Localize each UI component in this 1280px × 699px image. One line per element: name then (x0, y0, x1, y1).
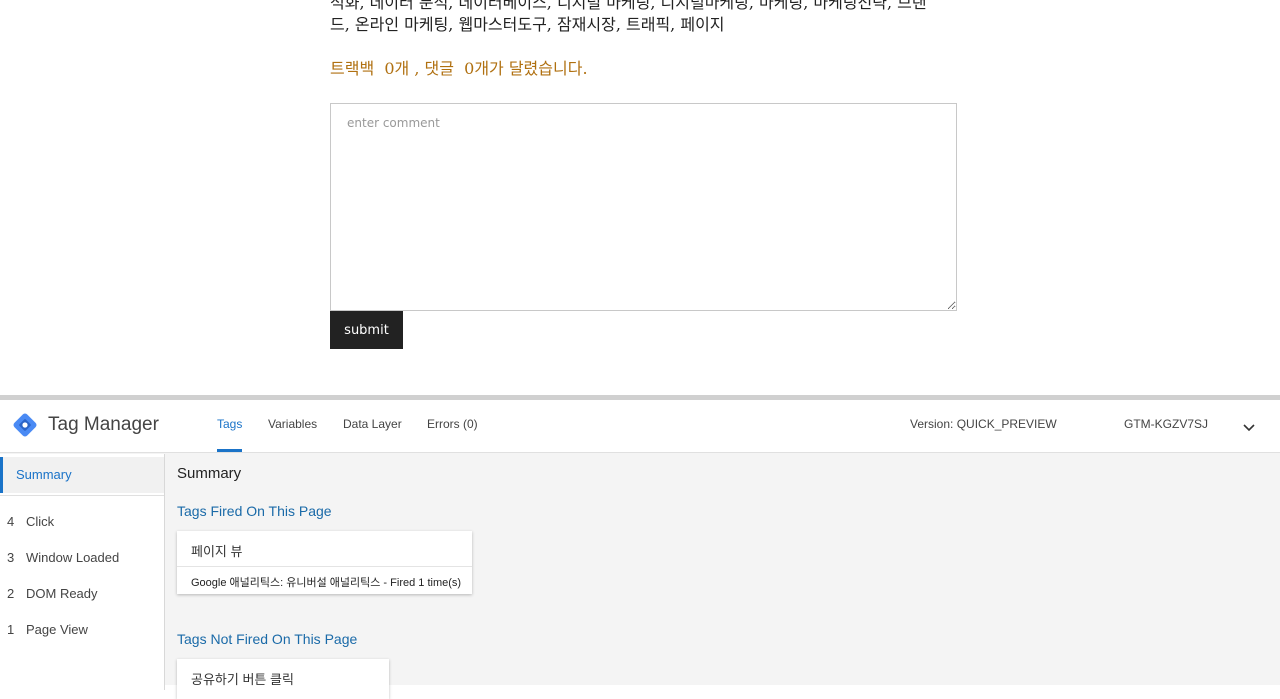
not-fired-tags-heading: Tags Not Fired On This Page (177, 631, 358, 647)
comment-label: 개 , 댓글 (394, 59, 454, 78)
tab-data-layer[interactable]: Data Layer (343, 417, 402, 431)
container-id: GTM-KGZV7SJ (1124, 417, 1209, 431)
event-number: 4 (7, 514, 15, 529)
gtm-main: Summary Tags Fired On This Page 페이지 뷰 Go… (165, 454, 1280, 699)
event-number: 2 (7, 586, 15, 601)
sidebar-item-dom-ready[interactable]: 2 DOM Ready (0, 580, 164, 610)
post-tags-line-2[interactable]: 드, 온라인 마케팅, 웹마스터도구, 잠재시장, 트래픽, 페이지 (330, 14, 950, 36)
active-tab-indicator (217, 449, 242, 452)
sidebar-item-window-loaded[interactable]: 3 Window Loaded (0, 544, 164, 574)
fired-tag-card[interactable]: 페이지 뷰 Google 애널리틱스: 유니버설 애널리틱스 - Fired 1… (177, 531, 472, 594)
trackback-count[interactable]: 0 (384, 59, 394, 78)
tab-errors[interactable]: Errors (0) (427, 417, 478, 431)
not-fired-tag-card[interactable]: 공유하기 버튼 클릭 (177, 659, 389, 699)
tag-name: 페이지 뷰 (191, 544, 243, 559)
submit-button[interactable]: submit (330, 311, 403, 349)
count-suffix: 개가 달렸습니다. (474, 59, 588, 78)
tag-name: 공유하기 버튼 클릭 (191, 672, 294, 687)
event-number: 1 (7, 622, 15, 637)
gtm-header: Tag Manager Tags Variables Data Layer Er… (0, 400, 1280, 453)
event-label: DOM Ready (26, 586, 98, 601)
gtm-brand: Tag Manager (48, 414, 159, 435)
tag-detail-row: Google 애널리틱스: 유니버설 애널리틱스 - Fired 1 time(… (177, 566, 472, 594)
gtm-sidebar: Summary 4 Click 3 Window Loaded 2 DOM Re… (0, 454, 165, 690)
page-title: Summary (177, 465, 242, 482)
gtm-preview-panel: Tag Manager Tags Variables Data Layer Er… (0, 395, 1280, 699)
sidebar-item-page-view[interactable]: 1 Page View (0, 616, 164, 646)
version-label: Version: QUICK_PREVIEW (910, 417, 1057, 431)
sidebar-divider (0, 495, 164, 496)
sidebar-item-click[interactable]: 4 Click (0, 508, 164, 538)
tab-variables[interactable]: Variables (268, 417, 317, 431)
trackback-comment-count: 트랙백 0개 , 댓글 0개가 달렸습니다. (330, 55, 588, 79)
event-label: Page View (26, 622, 88, 637)
fired-tags-heading: Tags Fired On This Page (177, 503, 332, 519)
trackback-label[interactable]: 트랙백 (330, 59, 374, 78)
comment-count[interactable]: 0 (464, 59, 474, 78)
tag-detail: Google 애널리틱스: 유니버설 애널리틱스 - Fired 1 time(… (191, 577, 462, 589)
chevron-down-icon[interactable] (1242, 420, 1256, 434)
tag-manager-logo-icon (13, 413, 37, 437)
blog-page: 석화, 데이터 분석, 데이터베이스, 디지털 마케팅, 디지털마케팅, 마케팅… (0, 0, 1280, 395)
post-tags-line-1[interactable]: 석화, 데이터 분석, 데이터베이스, 디지털 마케팅, 디지털마케팅, 마케팅… (330, 0, 950, 14)
post-tags: 석화, 데이터 분석, 데이터베이스, 디지털 마케팅, 디지털마케팅, 마케팅… (330, 0, 950, 36)
event-label: Click (26, 514, 55, 529)
sidebar-item-summary[interactable]: Summary (0, 457, 164, 493)
tab-tags[interactable]: Tags (217, 417, 242, 431)
sidebar-summary-label: Summary (16, 467, 72, 482)
event-label: Window Loaded (26, 550, 120, 565)
event-number: 3 (7, 550, 15, 565)
comment-input[interactable] (330, 103, 957, 311)
